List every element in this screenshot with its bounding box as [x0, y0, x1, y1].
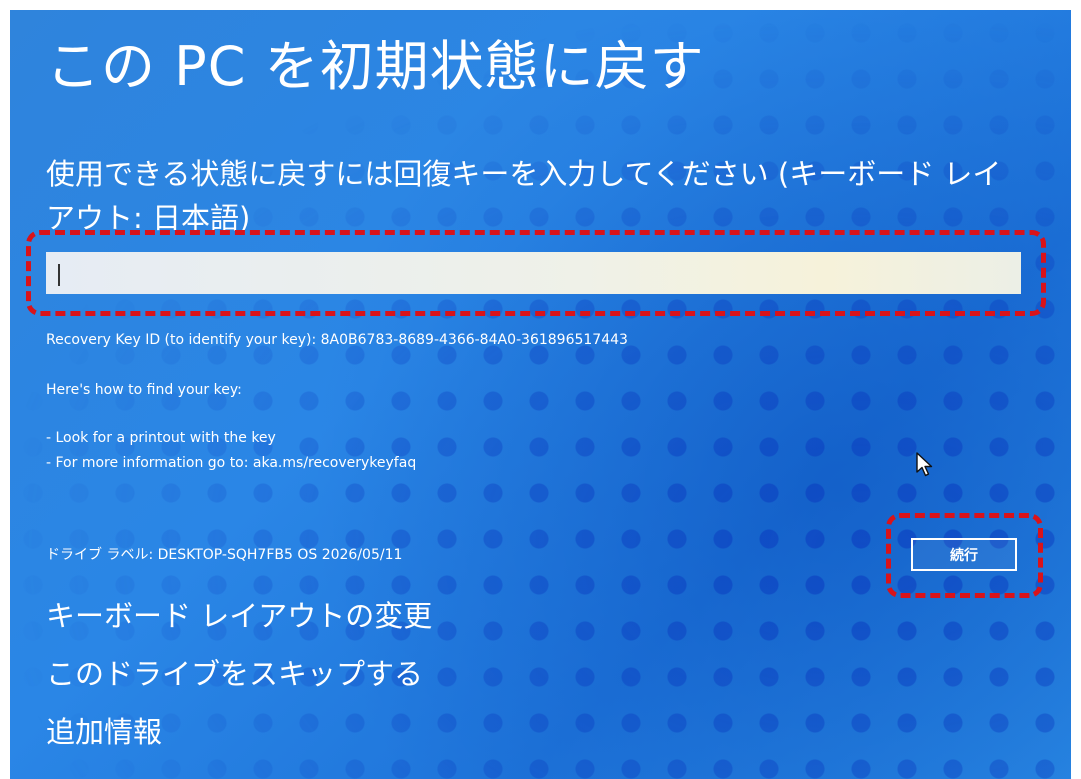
button-highlight-box — [886, 513, 1043, 598]
tip-printout: - Look for a printout with the key — [46, 430, 276, 446]
drive-label: ドライブ ラベル: DESKTOP-SQH7FB5 OS 2026/05/11 — [46, 547, 403, 563]
page-title: この PC を初期状態に戻す — [46, 35, 705, 98]
tip-more-info: - For more information go to: aka.ms/rec… — [46, 455, 417, 471]
change-keyboard-layout-link[interactable]: キーボード レイアウトの変更 — [46, 598, 432, 634]
recovery-key-prompt: 使用できる状態に戻すには回復キーを入力してください (キーボード レイアウト: … — [46, 157, 1002, 235]
recovery-key-id: Recovery Key ID (to identify your key): … — [46, 332, 628, 348]
more-info-link[interactable]: 追加情報 — [46, 714, 162, 750]
how-to-find-key: Here's how to find your key: — [46, 382, 242, 398]
mouse-pointer-icon — [916, 452, 933, 477]
skip-drive-link[interactable]: このドライブをスキップする — [46, 656, 423, 692]
input-highlight-box — [26, 230, 1046, 316]
